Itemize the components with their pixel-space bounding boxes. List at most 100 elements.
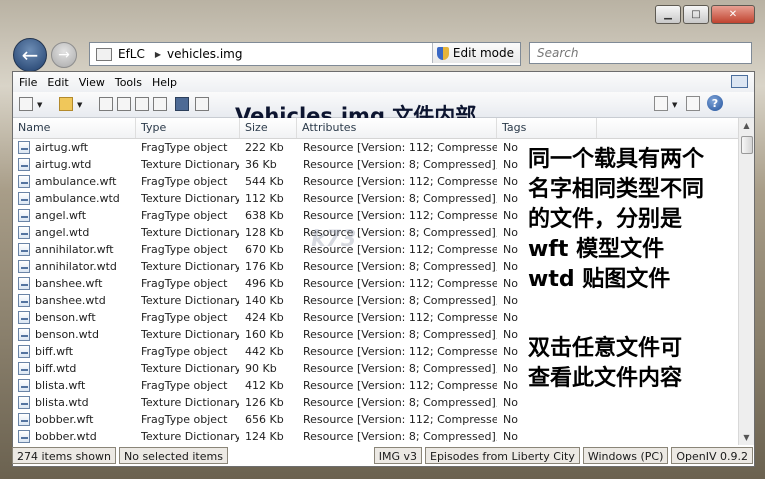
column-header-size[interactable]: Size [240,118,297,138]
cell-size: 126 Kb [245,396,284,409]
cell-type: FragType object [141,277,228,290]
open-dropdown-icon[interactable]: ▼ [77,101,82,109]
cell-tags: No [503,413,518,426]
cell-name: airtug.wtd [35,158,92,171]
cell-size: 124 Kb [245,430,284,443]
annotation-top: 同一个载具有两个 名字相同类型不同 的文件，分别是 wft 模型文件 wtd 贴… [528,145,704,295]
cell-name: ambulance.wft [35,175,117,188]
view-mode-icon[interactable] [654,96,668,111]
cell-name: blista.wtd [35,396,89,409]
maximize-button[interactable]: □ [683,5,709,24]
menu-view[interactable]: View [79,76,105,89]
breadcrumb-arrow-icon[interactable]: ▶ [155,50,161,59]
cell-attributes: Resource [Version: 8; Compressed]; [303,430,497,443]
menu-bar: File Edit View Tools Help [13,72,754,92]
cell-size: 496 Kb [245,277,284,290]
cell-tags: No [503,328,518,341]
cell-attributes: Resource [Version: 112; Compressed]; [303,277,497,290]
cell-tags: No [503,294,518,307]
cell-size: 90 Kb [245,362,277,375]
new-file-icon[interactable] [19,97,33,111]
cell-size: 442 Kb [245,345,284,358]
minimize-button[interactable]: ▁ [655,5,681,24]
cell-attributes: Resource [Version: 8; Compressed]; [303,260,497,273]
vertical-scrollbar[interactable]: ▲ ▼ [738,118,754,445]
file-icon [18,396,30,409]
cell-name: blista.wft [35,379,86,392]
file-icon [18,294,30,307]
forward-button[interactable]: → [51,42,77,68]
find-icon[interactable] [99,97,113,111]
text-view-icon[interactable] [135,97,149,111]
cell-attributes: Resource [Version: 112; Compressed]; [303,311,497,324]
column-header-attributes[interactable]: Attributes [297,118,497,138]
close-button[interactable]: ✕ [711,5,755,24]
edit-mode-button[interactable]: Edit mode [431,43,520,63]
search-input[interactable]: Search [529,42,752,64]
cell-type: FragType object [141,379,228,392]
breadcrumb-root[interactable]: EfLC [118,47,145,61]
table-row[interactable]: blista.wtd Texture Dictionary 126 Kb Resour… [13,394,738,411]
preview-pane-icon[interactable] [686,96,700,111]
scroll-down-icon[interactable]: ▼ [739,430,754,445]
cell-type: Texture Dictionary [141,362,239,375]
breadcrumb-current[interactable]: vehicles.img [167,47,242,61]
open-folder-icon[interactable] [59,97,73,111]
cell-name: angel.wtd [35,226,90,239]
cell-attributes: Resource [Version: 112; Compressed]; [303,379,497,392]
table-row[interactable]: benson.wft FragType object 424 Kb Resource … [13,309,738,326]
status-items-shown: 274 items shown [12,447,116,464]
column-header-tags[interactable]: Tags [497,118,597,138]
help-icon[interactable]: ? [707,95,723,111]
file-icon [18,362,30,375]
file-icon [18,158,30,171]
column-header-type[interactable]: Type [136,118,240,138]
back-button[interactable]: ← [13,38,47,72]
new-dropdown-icon[interactable]: ▼ [37,101,42,109]
view-mode-dropdown-icon[interactable]: ▼ [672,101,677,109]
column-header-name[interactable]: Name [13,118,136,138]
cell-size: 424 Kb [245,311,284,324]
cell-name: annihilator.wft [35,243,114,256]
cell-type: Texture Dictionary [141,328,239,341]
menu-help[interactable]: Help [152,76,177,89]
cell-attributes: Resource [Version: 112; Compressed]; [303,209,497,222]
cell-size: 412 Kb [245,379,284,392]
cell-attributes: Resource [Version: 8; Compressed]; [303,294,497,307]
cell-attributes: Resource [Version: 8; Compressed]; [303,192,497,205]
cell-type: Texture Dictionary [141,430,239,443]
scroll-up-icon[interactable]: ▲ [739,118,754,133]
cell-name: banshee.wtd [35,294,106,307]
table-row[interactable]: bobber.wft FragType object 656 Kb Resource … [13,411,738,428]
status-platform: Windows (PC) [582,447,669,464]
properties-icon[interactable] [117,97,131,111]
export-icon[interactable] [195,97,209,111]
cell-type: Texture Dictionary [141,260,239,273]
status-bar: 274 items shown No selected items IMG v3… [12,445,753,466]
restore-pane-icon[interactable] [731,75,748,88]
cell-attributes: Resource [Version: 8; Compressed]; [303,328,497,341]
file-icon [18,243,30,256]
file-icon [18,226,30,239]
hex-view-icon[interactable] [153,97,167,111]
cell-tags: No [503,379,518,392]
scroll-thumb[interactable] [741,136,753,154]
cell-tags: No [503,277,518,290]
cell-tags: No [503,430,518,443]
cell-tags: No [503,396,518,409]
annotation-line: wft 模型文件 [528,237,665,262]
back-arrow-icon: ← [21,43,39,67]
menu-file[interactable]: File [19,76,37,89]
explorer-pane: File Edit View Tools Help ▼ ▼ Vehicles.i… [12,71,755,467]
annotation-line: 查看此文件内容 [528,366,683,391]
address-bar[interactable]: EfLC ▶ vehicles.img Edit mode [89,42,521,66]
menu-tools[interactable]: Tools [115,76,142,89]
cell-type: Texture Dictionary [141,396,239,409]
cell-name: benson.wft [35,311,96,324]
menu-edit[interactable]: Edit [47,76,68,89]
shield-icon [436,46,449,60]
save-icon[interactable] [175,97,189,111]
cell-size: 140 Kb [245,294,284,307]
cell-tags: No [503,158,518,171]
table-row[interactable]: bobber.wtd Texture Dictionary 124 Kb Resour… [13,428,738,445]
